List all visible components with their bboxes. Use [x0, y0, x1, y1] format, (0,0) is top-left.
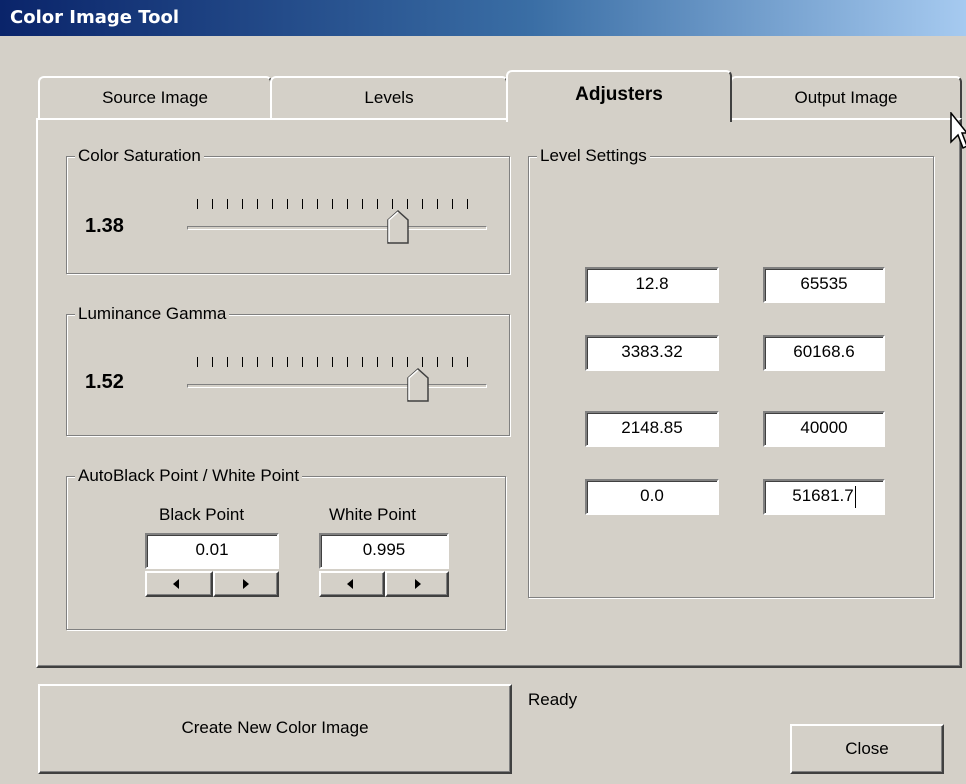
level-field-row1-right[interactable]: 65535: [763, 267, 885, 303]
black-point-increase-button[interactable]: [213, 571, 279, 597]
level-settings-legend: Level Settings: [537, 146, 650, 166]
black-point-decrease-button[interactable]: [145, 571, 213, 597]
level-field-row3-right[interactable]: 40000: [763, 411, 885, 447]
window-title: Color Image Tool: [10, 7, 180, 28]
saturation-slider-track: [187, 226, 487, 230]
level-field-row4-left[interactable]: 0.0: [585, 479, 719, 515]
level-field-row4-right-text: 51681.7: [792, 486, 854, 505]
luminance-gamma-legend: Luminance Gamma: [75, 304, 230, 324]
black-point-label: Black Point: [159, 505, 245, 524]
white-point-decrease-button[interactable]: [319, 571, 385, 597]
gamma-slider-ticks: [197, 357, 481, 367]
saturation-value: 1.38: [85, 215, 124, 237]
gamma-value: 1.52: [85, 371, 124, 393]
triangle-right-icon: [243, 579, 249, 589]
tab-adjusters[interactable]: Adjusters: [506, 70, 732, 122]
white-point-label: White Point: [329, 505, 416, 524]
triangle-left-icon: [347, 579, 353, 589]
text-caret: [854, 485, 856, 508]
white-point-increase-button[interactable]: [385, 571, 449, 597]
auto-points-group: AutoBlack Point / White Point Black Poin…: [66, 466, 506, 630]
gamma-slider[interactable]: [187, 351, 487, 411]
black-point-field[interactable]: 0.01: [145, 533, 279, 569]
title-bar[interactable]: Color Image Tool: [0, 0, 966, 36]
saturation-slider-thumb[interactable]: [387, 210, 409, 244]
level-field-row3-left[interactable]: 2148.85: [585, 411, 719, 447]
triangle-left-icon: [173, 579, 179, 589]
close-button[interactable]: Close: [790, 724, 944, 774]
mouse-pointer-icon: [950, 112, 966, 150]
saturation-slider-ticks: [197, 199, 481, 209]
luminance-gamma-group: Luminance Gamma 1.52: [66, 304, 510, 436]
gamma-slider-track: [187, 384, 487, 388]
triangle-right-icon: [415, 579, 421, 589]
level-field-row2-right[interactable]: 60168.6: [763, 335, 885, 371]
level-field-row2-left[interactable]: 3383.32: [585, 335, 719, 371]
tab-output-image[interactable]: Output Image: [730, 76, 962, 120]
white-point-field[interactable]: 0.995: [319, 533, 449, 569]
level-field-row4-right[interactable]: 51681.7: [763, 479, 885, 515]
color-saturation-group: Color Saturation 1.38: [66, 146, 510, 274]
gamma-slider-thumb[interactable]: [407, 368, 429, 402]
tab-source-image[interactable]: Source Image: [38, 76, 272, 120]
create-new-color-image-button[interactable]: Create New Color Image: [38, 684, 512, 774]
level-settings-group: Level Settings 12.8 65535 3383.32 60168.…: [528, 146, 934, 598]
status-text: Ready: [528, 690, 578, 709]
level-field-row1-left[interactable]: 12.8: [585, 267, 719, 303]
adjusters-panel: Color Saturation 1.38 Luminance Gamma 1.…: [36, 118, 962, 668]
tab-levels[interactable]: Levels: [270, 76, 508, 120]
color-saturation-legend: Color Saturation: [75, 146, 204, 166]
auto-points-legend: AutoBlack Point / White Point: [75, 466, 303, 486]
saturation-slider[interactable]: [187, 193, 487, 253]
